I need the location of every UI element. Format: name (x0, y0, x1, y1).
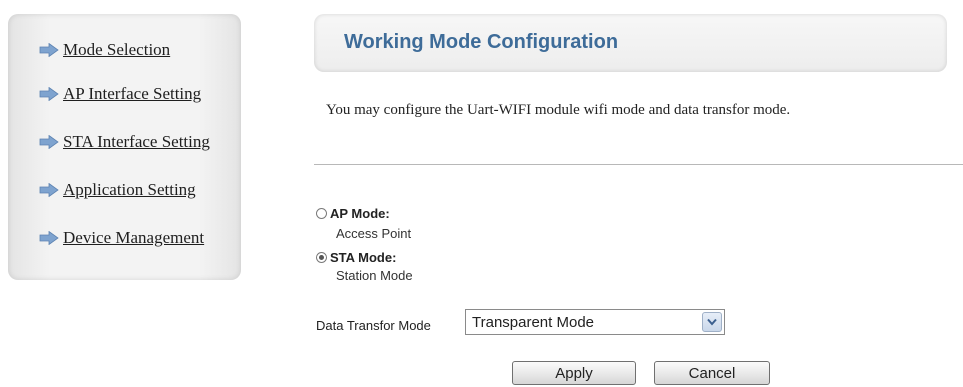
cancel-button[interactable]: Cancel (654, 361, 770, 385)
sidebar-item-label: Device Management (63, 228, 205, 247)
data-transfer-mode-value: Transparent Mode (472, 314, 595, 331)
arrow-right-icon (39, 87, 59, 101)
sta-mode-radio[interactable]: STA Mode: (316, 250, 396, 265)
radio-button[interactable] (316, 208, 327, 219)
arrow-right-icon (39, 135, 59, 149)
page-title: Working Mode Configuration (344, 31, 619, 53)
data-transfer-mode-select[interactable]: Transparent Mode (465, 309, 725, 335)
chevron-down-icon (707, 318, 717, 326)
sidebar-item-application-setting[interactable]: Application Setting (39, 180, 196, 200)
sidebar-item-device-management[interactable]: Device Management (39, 228, 204, 248)
arrow-right-icon (39, 183, 59, 197)
ap-mode-radio[interactable]: AP Mode: (316, 206, 390, 221)
sidebar-item-mode-selection[interactable]: Mode Selection (39, 40, 170, 60)
sta-mode-description: Station Mode (336, 268, 413, 283)
divider (314, 164, 963, 165)
arrow-right-icon (39, 231, 59, 245)
arrow-right-icon (39, 43, 59, 57)
sta-mode-label: STA Mode: (330, 250, 397, 265)
radio-button-selected[interactable] (316, 252, 327, 263)
sidebar-item-label: AP Interface Setting (63, 84, 202, 103)
sidebar-item-label: Mode Selection (63, 40, 171, 59)
ap-mode-description: Access Point (336, 226, 412, 241)
data-transfer-mode-label: Data Transfor Mode (316, 318, 431, 333)
sidebar-item-label: STA Interface Setting (63, 132, 210, 151)
sidebar-item-label: Application Setting (63, 180, 196, 199)
sidebar-item-sta-interface-setting[interactable]: STA Interface Setting (39, 132, 210, 152)
ap-mode-label: AP Mode: (330, 206, 390, 221)
dropdown-button[interactable] (702, 312, 722, 332)
page-title-box: Working Mode Configuration (314, 14, 947, 72)
page-description: You may configure the Uart-WIFI module w… (326, 102, 791, 118)
sidebar-item-ap-interface-setting[interactable]: AP Interface Setting (39, 84, 201, 104)
apply-button[interactable]: Apply (512, 361, 636, 385)
sidebar-nav: Mode Selection AP Interface Setting STA … (8, 14, 241, 280)
